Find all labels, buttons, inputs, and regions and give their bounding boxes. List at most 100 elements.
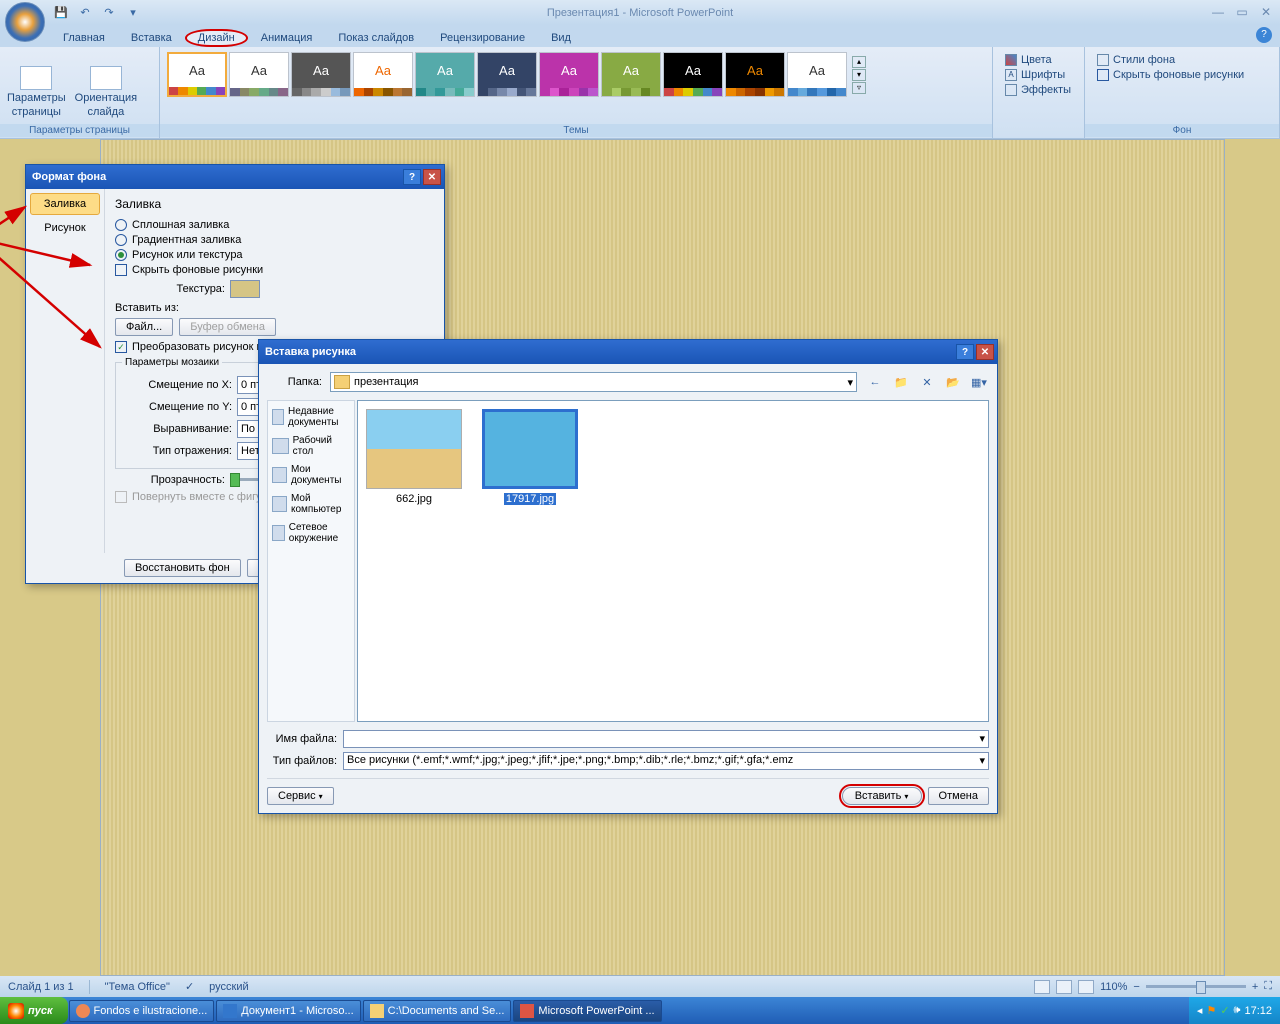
themes-gallery[interactable]: Aa Aa Aa Aa Aa Aa Aa Aa Aa Aa Aa ▴ ▾ ▿ bbox=[165, 50, 987, 99]
insert-from-label: Вставить из: bbox=[115, 302, 434, 314]
theme-thumb[interactable]: Aa bbox=[167, 52, 227, 97]
tray-icon[interactable]: ✓ bbox=[1220, 1004, 1229, 1017]
folder-dropdown[interactable]: презентация▾ bbox=[330, 372, 857, 392]
tray-icon[interactable]: 🕪 bbox=[1234, 1004, 1241, 1017]
help-icon[interactable]: ? bbox=[1256, 27, 1272, 43]
file-button[interactable]: Файл... bbox=[115, 318, 173, 336]
tab-design[interactable]: Дизайн bbox=[185, 29, 248, 47]
office-button[interactable] bbox=[5, 2, 45, 42]
theme-thumb[interactable]: Aa bbox=[353, 52, 413, 97]
effects-button[interactable]: Эффекты bbox=[1001, 83, 1076, 97]
ribbon-tabs: Главная Вставка Дизайн Анимация Показ сл… bbox=[0, 25, 1280, 47]
dialog-titlebar[interactable]: Формат фона ?✕ bbox=[26, 165, 444, 189]
windows-taskbar: пуск Fondos e ilustracione... Документ1 … bbox=[0, 997, 1280, 1024]
taskbar-item[interactable]: C:\Documents and Se... bbox=[363, 1000, 512, 1022]
dialog-title: Вставка рисунка bbox=[265, 346, 356, 358]
restore-button[interactable]: Восстановить фон bbox=[124, 559, 241, 577]
chk-hide-bg[interactable]: Скрыть фоновые рисунки bbox=[115, 264, 434, 276]
clipboard-button: Буфер обмена bbox=[179, 318, 276, 336]
newfolder-icon[interactable]: 📂 bbox=[943, 373, 963, 391]
file-thumb[interactable]: 662.jpg bbox=[366, 409, 462, 505]
taskbar-item[interactable]: Fondos e ilustracione... bbox=[69, 1000, 215, 1022]
theme-thumb[interactable]: Aa bbox=[539, 52, 599, 97]
views-icon[interactable]: ▦▾ bbox=[969, 373, 989, 391]
theme-thumb[interactable]: Aa bbox=[725, 52, 785, 97]
page-setup-button[interactable]: Параметры страницы bbox=[5, 50, 68, 135]
radio-picture-texture[interactable]: Рисунок или текстура bbox=[115, 249, 434, 261]
help-icon[interactable]: ? bbox=[403, 169, 421, 185]
slideshow-view-icon[interactable] bbox=[1078, 980, 1094, 994]
delete-icon[interactable]: ✕ bbox=[917, 373, 937, 391]
tray-icon[interactable]: ◂ bbox=[1197, 1004, 1203, 1017]
filename-input[interactable]: ▾ bbox=[343, 730, 989, 748]
fit-icon[interactable]: ⛶ bbox=[1264, 980, 1272, 993]
close-icon[interactable]: ✕ bbox=[1255, 3, 1277, 21]
filename-label: Имя файла: bbox=[267, 733, 337, 745]
gallery-more-icon[interactable]: ▿ bbox=[852, 82, 866, 94]
radio-solid[interactable]: Сплошная заливка bbox=[115, 219, 434, 231]
zoom-out-icon[interactable]: − bbox=[1133, 981, 1139, 993]
side-tab-picture[interactable]: Рисунок bbox=[30, 217, 100, 239]
hide-bg-checkbox[interactable]: Скрыть фоновые рисунки bbox=[1093, 68, 1271, 82]
fonts-button[interactable]: AШрифты bbox=[1001, 68, 1076, 82]
place-recent[interactable]: Недавние документы bbox=[270, 403, 352, 431]
gallery-down-icon[interactable]: ▾ bbox=[852, 69, 866, 81]
spellcheck-icon[interactable]: ✓ bbox=[185, 980, 194, 993]
back-icon[interactable]: ← bbox=[865, 373, 885, 391]
close-icon[interactable]: ✕ bbox=[976, 344, 994, 360]
save-icon[interactable]: 💾 bbox=[50, 2, 72, 24]
theme-thumb[interactable]: Aa bbox=[291, 52, 351, 97]
slide-orientation-button[interactable]: Ориентация слайда bbox=[73, 50, 139, 135]
colors-button[interactable]: Цвета bbox=[1001, 53, 1076, 67]
normal-view-icon[interactable] bbox=[1034, 980, 1050, 994]
filetype-select[interactable]: Все рисунки (*.emf;*.wmf;*.jpg;*.jpeg;*.… bbox=[343, 752, 989, 770]
maximize-icon[interactable]: ▭ bbox=[1231, 3, 1253, 21]
help-icon[interactable]: ? bbox=[956, 344, 974, 360]
place-computer[interactable]: Мой компьютер bbox=[270, 490, 352, 518]
side-tab-fill[interactable]: Заливка bbox=[30, 193, 100, 215]
close-icon[interactable]: ✕ bbox=[423, 169, 441, 185]
tab-review[interactable]: Рецензирование bbox=[427, 29, 538, 47]
tray-icon[interactable]: ⚑ bbox=[1206, 1004, 1216, 1017]
taskbar-item[interactable]: Microsoft PowerPoint ... bbox=[513, 1000, 661, 1022]
theme-thumb[interactable]: Aa bbox=[787, 52, 847, 97]
taskbar-item[interactable]: Документ1 - Microso... bbox=[216, 1000, 360, 1022]
file-thumb[interactable]: 17917.jpg bbox=[482, 409, 578, 505]
tab-animation[interactable]: Анимация bbox=[248, 29, 326, 47]
up-icon[interactable]: 📁 bbox=[891, 373, 911, 391]
sorter-view-icon[interactable] bbox=[1056, 980, 1072, 994]
zoom-in-icon[interactable]: + bbox=[1252, 981, 1258, 993]
bg-styles-button[interactable]: Стили фона bbox=[1093, 53, 1271, 67]
start-button[interactable]: пуск bbox=[0, 997, 68, 1024]
qat-dropdown-icon[interactable]: ▾ bbox=[122, 2, 144, 24]
theme-thumb[interactable]: Aa bbox=[601, 52, 661, 97]
tab-view[interactable]: Вид bbox=[538, 29, 584, 47]
radio-gradient[interactable]: Градиентная заливка bbox=[115, 234, 434, 246]
group-bg-label: Фон bbox=[1085, 124, 1279, 137]
theme-thumb[interactable]: Aa bbox=[415, 52, 475, 97]
tab-slideshow[interactable]: Показ слайдов bbox=[325, 29, 427, 47]
clock[interactable]: 17:12 bbox=[1244, 1005, 1272, 1017]
minimize-icon[interactable]: — bbox=[1207, 3, 1229, 21]
insert-button[interactable]: Вставить bbox=[842, 787, 922, 805]
texture-picker[interactable] bbox=[230, 280, 260, 298]
tab-insert[interactable]: Вставка bbox=[118, 29, 185, 47]
gallery-up-icon[interactable]: ▴ bbox=[852, 56, 866, 68]
place-network[interactable]: Сетевое окружение bbox=[270, 519, 352, 547]
system-tray[interactable]: ◂ ⚑ ✓ 🕪 17:12 bbox=[1189, 997, 1280, 1024]
service-button[interactable]: Сервис bbox=[267, 787, 334, 805]
zoom-slider[interactable] bbox=[1146, 985, 1246, 988]
theme-thumb[interactable]: Aa bbox=[229, 52, 289, 97]
tab-home[interactable]: Главная bbox=[50, 29, 118, 47]
cancel-button[interactable]: Отмена bbox=[928, 787, 989, 805]
file-list[interactable]: 662.jpg 17917.jpg bbox=[357, 400, 989, 722]
redo-icon[interactable]: ↷ bbox=[98, 2, 120, 24]
place-desktop[interactable]: Рабочий стол bbox=[270, 432, 352, 460]
dialog-titlebar[interactable]: Вставка рисунка ?✕ bbox=[259, 340, 997, 364]
theme-thumb[interactable]: Aa bbox=[663, 52, 723, 97]
undo-icon[interactable]: ↶ bbox=[74, 2, 96, 24]
place-documents[interactable]: Мои документы bbox=[270, 461, 352, 489]
language-indicator[interactable]: русский bbox=[209, 981, 248, 993]
zoom-level[interactable]: 110% bbox=[1100, 981, 1127, 993]
theme-thumb[interactable]: Aa bbox=[477, 52, 537, 97]
